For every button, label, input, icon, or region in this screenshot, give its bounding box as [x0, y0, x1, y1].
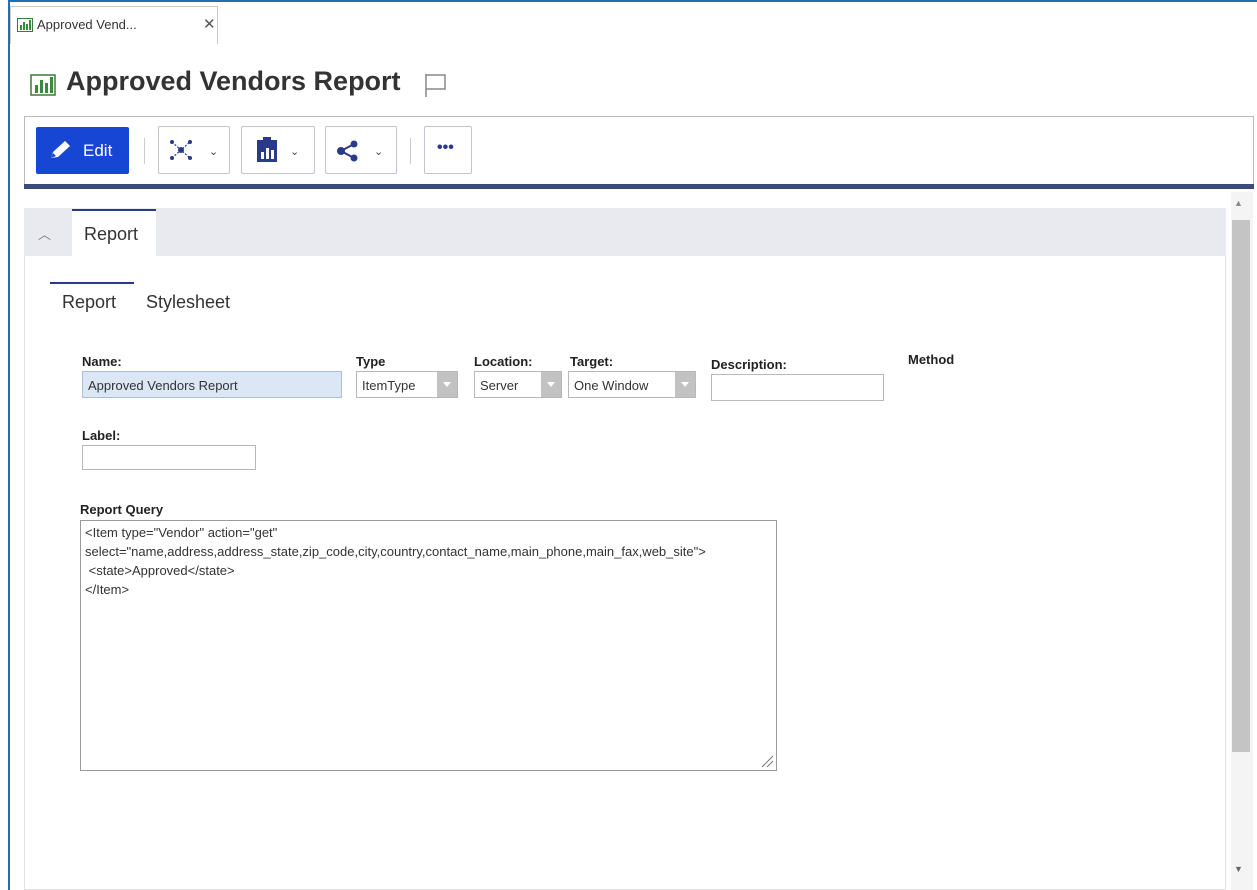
location-select[interactable]: Server	[474, 371, 562, 398]
description-label: Description:	[711, 357, 787, 372]
chevron-down-icon	[675, 372, 695, 397]
chevron-down-icon: ⌄	[374, 146, 384, 158]
network-icon	[170, 140, 192, 160]
window-frame-top	[8, 0, 1257, 2]
panel-header	[24, 208, 1226, 256]
chevron-down-icon	[437, 372, 457, 397]
description-field[interactable]	[711, 374, 884, 401]
tab-report[interactable]: Report	[62, 292, 116, 313]
toolbar-separator	[144, 138, 145, 164]
toolbar-separator	[410, 138, 411, 164]
report-query-textarea[interactable]: <Item type="Vendor" action="get" select=…	[80, 520, 777, 771]
active-tab-indicator	[50, 282, 134, 284]
report-icon	[17, 18, 33, 37]
type-label: Type	[356, 354, 386, 369]
tab-report-section[interactable]: Report	[72, 209, 156, 257]
reports-dropdown-button[interactable]: ⌄	[241, 126, 315, 174]
chevron-down-icon	[541, 372, 561, 397]
page-title: Approved Vendors Report	[66, 66, 401, 96]
more-icon: •••	[437, 139, 454, 156]
target-select-value: One Window	[574, 378, 649, 393]
section-tab-label: Report	[84, 224, 139, 244]
toolbar-underline	[24, 184, 1254, 189]
report-query-label: Report Query	[80, 502, 164, 517]
location-select-value: Server	[480, 378, 519, 393]
scroll-up-icon[interactable]: ▲	[1234, 198, 1243, 208]
type-select-value: ItemType	[362, 378, 416, 393]
target-select[interactable]: One Window	[568, 371, 696, 398]
type-select[interactable]: ItemType	[356, 371, 458, 398]
name-label: Name:	[82, 354, 122, 369]
report-icon	[30, 74, 56, 101]
tab-stylesheet[interactable]: Stylesheet	[146, 292, 230, 313]
location-label: Location:	[474, 354, 533, 369]
chevron-up-icon[interactable]: ︿	[38, 224, 51, 243]
label-label: Label:	[82, 428, 121, 443]
chevron-down-icon: ⌄	[290, 146, 300, 158]
name-field[interactable]: Approved Vendors Report	[82, 371, 342, 398]
document-tab[interactable]: Approved Vend... ✕	[10, 6, 218, 44]
share-dropdown-button[interactable]: ⌄	[325, 126, 397, 174]
clipboard-chart-icon	[257, 137, 277, 162]
edit-button-label: Edit	[83, 141, 113, 160]
method-label: Method	[908, 352, 955, 367]
document-tab-label: Approved Vend...	[37, 17, 137, 32]
close-icon[interactable]: ✕	[203, 15, 216, 33]
more-options-button[interactable]: •••	[424, 126, 472, 174]
resize-grip-icon[interactable]	[760, 754, 774, 773]
structure-dropdown-button[interactable]: ⌄	[158, 126, 230, 174]
chevron-down-icon: ⌄	[209, 146, 219, 158]
pencil-icon	[48, 139, 74, 166]
edit-button[interactable]: Edit	[36, 127, 129, 174]
flag-icon[interactable]	[424, 72, 448, 103]
label-field[interactable]	[82, 445, 256, 470]
share-icon	[337, 140, 358, 162]
scrollbar-thumb[interactable]	[1232, 220, 1250, 752]
scroll-down-icon[interactable]: ▼	[1234, 864, 1243, 874]
window-frame-left	[8, 0, 10, 890]
target-label: Target:	[570, 354, 614, 369]
